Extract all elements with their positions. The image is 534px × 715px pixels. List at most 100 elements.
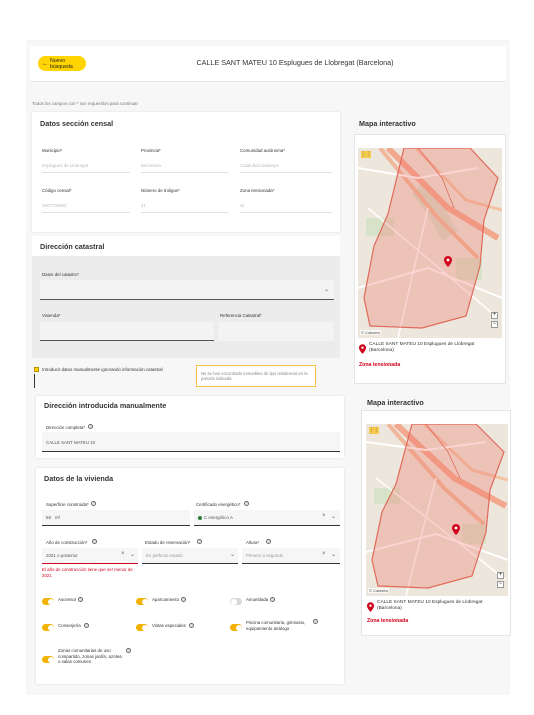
location-pin-icon bbox=[359, 344, 366, 354]
municipio-label: Municipio* bbox=[42, 148, 63, 153]
superficie-value: 58 bbox=[46, 515, 51, 520]
info-icon[interactable]: ? bbox=[88, 424, 93, 429]
anio-value: 2021 o posterior bbox=[46, 553, 78, 558]
referencia-input[interactable] bbox=[218, 322, 334, 341]
comunidad-label: Comunidad autónoma* bbox=[240, 148, 285, 153]
manual-address-title: Dirección introducida manualmente bbox=[44, 401, 167, 410]
clear-icon[interactable]: × bbox=[322, 513, 326, 519]
chevron-down-icon[interactable]: ⌄ bbox=[331, 513, 336, 520]
clear-icon[interactable]: × bbox=[121, 551, 125, 557]
arrow-left-icon: ← bbox=[42, 60, 48, 67]
map2-title: Mapa interactivo bbox=[367, 398, 424, 407]
estado-value: En perfecto estado bbox=[146, 553, 183, 558]
new-search-label: Nuevo búsqueda bbox=[50, 57, 73, 70]
info-icon[interactable]: ? bbox=[197, 539, 202, 544]
altura-label: Altura* bbox=[246, 540, 260, 545]
codigo-underline bbox=[42, 212, 130, 213]
toggle-aparcamiento[interactable] bbox=[136, 598, 148, 605]
energy-dot bbox=[198, 516, 202, 520]
manual-entry-label: Introducir datos manualmente ignorando i… bbox=[42, 367, 163, 372]
map1-canvas[interactable]: ⋮⋮ + − © Catastro bbox=[358, 148, 502, 338]
chevron-down-icon[interactable]: ⌄ bbox=[130, 551, 135, 558]
comunidad-underline bbox=[240, 172, 332, 173]
certificado-label: Certificado energético* bbox=[196, 502, 241, 507]
info-icon[interactable]: ? bbox=[313, 619, 318, 624]
vivienda-label: Vivienda* bbox=[42, 313, 61, 318]
info-icon[interactable]: ? bbox=[181, 597, 186, 602]
census-title: Datos sección censal bbox=[40, 119, 114, 128]
map2-address: CALLE SANT MATEU 10 Esplugues de Llobreg… bbox=[377, 600, 482, 612]
anio-error: El año de construcción tiene que ser men… bbox=[42, 567, 133, 578]
toggle-zonas-label: Zonas comunitarias de uso compartido, zo… bbox=[58, 648, 122, 664]
info-icon[interactable]: ? bbox=[270, 597, 275, 602]
map-pin-icon[interactable] bbox=[444, 256, 452, 267]
estado-label: Estado de reservación* bbox=[145, 540, 191, 545]
map-pin-icon[interactable] bbox=[452, 524, 460, 535]
warning-box: No se han encontrado inmuebles de tipo r… bbox=[196, 365, 316, 387]
superficie-unit: m² bbox=[55, 515, 61, 520]
layers-icon[interactable]: ⋮⋮ bbox=[361, 151, 371, 158]
map1-title: Mapa interactivo bbox=[359, 119, 416, 128]
chevron-down-icon: ⌄ bbox=[324, 287, 330, 293]
toggle-piscina[interactable] bbox=[230, 624, 242, 631]
toggle-ascensor-label: Ascensor bbox=[58, 597, 77, 602]
toggle-piscina-label: Piscina comunitaria, gimnasio, equipamie… bbox=[246, 620, 306, 631]
catastro-data-select[interactable] bbox=[40, 280, 334, 300]
info-icon[interactable]: ? bbox=[91, 501, 96, 506]
map2-credit: © Catastro bbox=[368, 588, 390, 593]
map2-canvas[interactable]: ⋮⋮ + − © Catastro bbox=[366, 424, 508, 596]
zona-label: Zona tensionada* bbox=[240, 188, 275, 193]
municipio-underline bbox=[42, 172, 130, 173]
info-icon[interactable]: ? bbox=[78, 597, 83, 602]
chevron-down-icon[interactable]: ⌄ bbox=[331, 551, 336, 558]
toggle-conserjeria[interactable] bbox=[42, 624, 54, 631]
toggle-vistas-label: Vistas especiales bbox=[152, 623, 186, 628]
toggle-amueblada-label: Amueblada bbox=[246, 597, 269, 602]
superficie-label: Superficie construida* bbox=[46, 502, 89, 507]
toggle-zonas[interactable] bbox=[42, 656, 54, 663]
catastro-data-label: Datos del catastro* bbox=[42, 272, 80, 277]
toggle-ascensor[interactable] bbox=[42, 598, 54, 605]
zona-underline bbox=[240, 212, 332, 213]
map1-address-line2: (Barcelona) bbox=[369, 348, 394, 353]
toggle-vistas[interactable] bbox=[136, 624, 148, 631]
zoom-out-button[interactable]: − bbox=[491, 321, 498, 328]
info-icon[interactable]: ? bbox=[84, 623, 89, 628]
catastral-title: Dirección catastral bbox=[40, 242, 105, 251]
chevron-down-icon[interactable]: ⌄ bbox=[230, 551, 235, 558]
zona-value: Sí bbox=[240, 203, 245, 208]
zoom-in-button[interactable]: + bbox=[491, 312, 498, 319]
provincia-underline bbox=[141, 172, 229, 173]
new-search-button[interactable]: ← Nuevo búsqueda bbox=[38, 56, 86, 71]
dwelling-title: Datos de la vivienda bbox=[44, 474, 114, 483]
info-icon[interactable]: ? bbox=[266, 539, 271, 544]
info-icon[interactable]: ? bbox=[189, 623, 194, 628]
info-icon[interactable]: ? bbox=[92, 539, 97, 544]
info-icon[interactable]: ? bbox=[126, 648, 131, 653]
warning-text: No se han encontrado inmuebles de tipo r… bbox=[201, 371, 308, 381]
superficie-input[interactable] bbox=[42, 510, 190, 526]
map1-zone: Zona tensionada bbox=[359, 362, 401, 368]
numero-label: Número de troligos* bbox=[141, 188, 180, 193]
manual-entry-checkbox[interactable] bbox=[34, 367, 39, 372]
map2-address-line2: (Barcelona) bbox=[377, 606, 402, 611]
referencia-label: Referencia Catastral* bbox=[220, 313, 262, 318]
toggle-aparcamiento-label: Aparcamiento bbox=[152, 597, 180, 602]
comunidad-value: Cataluña/Catalunya bbox=[240, 163, 279, 168]
text-cursor bbox=[34, 374, 35, 388]
layers-icon[interactable]: ⋮⋮ bbox=[369, 427, 379, 434]
toggle-amueblada[interactable] bbox=[230, 598, 242, 605]
vivienda-select[interactable] bbox=[40, 322, 214, 341]
zoom-in-button[interactable]: + bbox=[497, 572, 504, 579]
numero-value: 41 bbox=[141, 203, 146, 208]
codigo-label: Código censal* bbox=[42, 188, 72, 193]
codigo-value: 0807706003 bbox=[42, 203, 67, 208]
info-icon[interactable]: ? bbox=[244, 501, 249, 506]
provincia-value: Barcelona bbox=[141, 163, 161, 168]
zoom-out-button[interactable]: − bbox=[497, 581, 504, 588]
full-address-value: CALLE SANT MATEU 10 bbox=[46, 440, 96, 445]
altura-value: Primero o segundo bbox=[246, 553, 284, 558]
clear-icon[interactable]: × bbox=[322, 551, 326, 557]
map2-zone: Zona tensionada bbox=[367, 618, 409, 624]
page-title: CALLE SANT MATEU 10 Esplugues de Llobreg… bbox=[196, 58, 394, 67]
